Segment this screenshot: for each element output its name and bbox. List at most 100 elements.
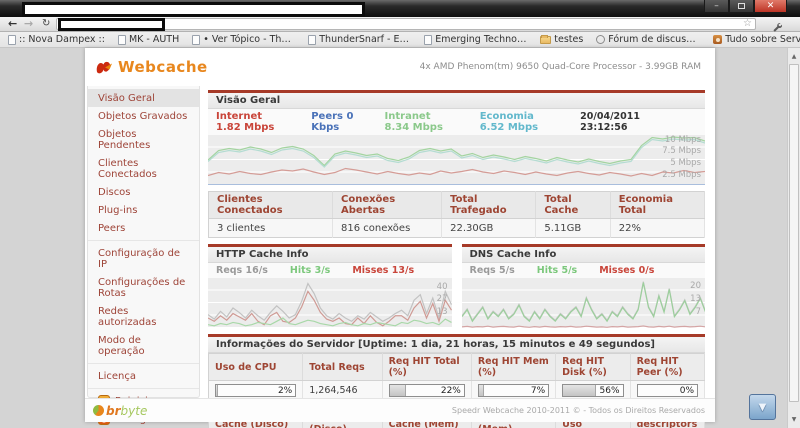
y-axis-label: 40 [436,282,448,292]
trafegado-value: 22.30GB [441,218,537,238]
sidebar-item-objetos-pendentes[interactable]: Objetos Pendentes [88,125,199,154]
scrollbar-thumb[interactable] [789,64,799,402]
bookmark-label: • Ver Tópico - Thun... [203,34,296,45]
scrollbar-down-arrow[interactable]: ▼ [788,413,800,426]
sidebar-item-configuracao-ip[interactable]: Configuração de IP [88,244,199,273]
bookmark-item[interactable]: • Ver Tópico - Thun... [192,34,295,45]
bookmark-label: ThunderSnarf - Estat... [319,34,411,45]
bookmark-item[interactable]: :: Nova Dampex :: [8,34,105,45]
hit-total-bar: 22% [388,383,465,397]
app-title: Webcache [118,58,208,76]
bookmark-item[interactable]: ThunderSnarf - Estat... [308,34,411,45]
close-button[interactable]: ✕ [754,0,787,13]
sidebar: Visão Geral Objetos Gravados Objetos Pen… [87,86,200,425]
sidebar-item-configuracoes-rotas[interactable]: Configurações de Rotas [88,273,199,302]
app-header: Webcache 4x AMD Phenom(tm) 9650 Quad-Cor… [85,48,715,86]
bookmark-label: :: Nova Dampex :: [19,34,105,45]
dns-legend: Reqs 5/s Hits 5/s Misses 0/s [461,263,705,278]
redacted-url [58,18,165,31]
bookmark-item[interactable]: Tudo sobre Serviço ... [713,34,800,45]
column-header: Total Cache [535,191,611,219]
y-axis-label: 7.5 Mbps [662,146,701,156]
back-icon[interactable]: ← [8,17,17,31]
legend-intranet: Intranet 8.34 Mbps [384,111,443,133]
sidebar-item-visao-geral[interactable]: Visão Geral [88,89,199,107]
legend-reqs: Reqs 16/s [216,265,268,276]
webcache-logo: Webcache [95,58,208,76]
bookmark-item[interactable]: Fórum de discussão ... [596,34,700,45]
y-axis-label: 7 [695,307,701,317]
sidebar-item-clientes-conectados[interactable]: Clientes Conectados [88,154,199,183]
maximize-button[interactable] [729,0,754,13]
page-icon [117,34,126,45]
chevron-down-icon: ▼ [758,401,767,413]
sidebar-item-modo-operacao[interactable]: Modo de operação [88,331,199,360]
server-panel-title: Informações do Servidor [Uptime: 1 dia, … [208,334,705,353]
cpu-usage-bar: 2% [215,383,297,397]
vertical-scrollbar[interactable]: ▲ ▼ [787,48,800,428]
dns-chart: 20 13 7 [461,278,705,328]
scroll-down-widget[interactable]: ▼ [749,394,776,420]
bookmark-item[interactable]: MK - AUTH [117,34,180,45]
redacted-tab-title[interactable] [22,2,365,17]
scrollbar-up-arrow[interactable]: ▲ [788,50,800,63]
minimize-button[interactable]: – [704,0,729,13]
legend-economia: Economia 6.52 Mbps [479,111,539,133]
column-header: Req HIT Peer (%) [630,353,706,381]
sidebar-item-redes-autorizadas[interactable]: Redes autorizadas [88,302,199,331]
table-row: 3 clientes 816 conexões 22.30GB 5.11GB 2… [208,218,706,238]
bookmark-item[interactable]: Emerging Technolo... [424,34,527,45]
app-footer: br byte Speedr Webcache 2010-2011 © - Tod… [85,398,715,422]
bandwidth-chart: 10 Mbps 7.5 Mbps 5 Mbps 2.5 Mbps [208,135,705,185]
economia-value: 22% [610,218,706,238]
bookmark-label: Tudo sobre Serviço ... [725,34,800,45]
reload-icon[interactable]: ↻ [42,17,50,31]
http-chart: 40 27 13 [208,278,452,328]
column-header: Economia Total [610,191,706,219]
column-header: Total Trafegado [441,191,537,219]
webcache-logo-icon [96,61,112,73]
y-axis-label: 20 [690,281,701,291]
column-header: Req HIT Disk (%) [555,353,631,381]
sidebar-item-objetos-gravados[interactable]: Objetos Gravados [88,107,199,125]
sidebar-item-discos[interactable]: Discos [88,183,199,201]
bookmarks-bar: :: Nova Dampex :: MK - AUTH • Ver Tópico… [0,32,800,48]
legend-reqs: Reqs 5/s [469,265,515,276]
webcache-app: Webcache 4x AMD Phenom(tm) 9650 Quad-Cor… [85,48,715,428]
column-header: Clientes Conectados [208,191,333,219]
legend-misses: Misses 0/s [599,265,655,276]
y-axis-label: 13 [436,307,448,317]
column-header: Total Reqs [302,353,383,381]
dns-cache-panel: DNS Cache Info Reqs 5/s Hits 5/s Misses … [461,244,705,328]
legend-hits: Hits 3/s [289,265,331,276]
hit-disk-bar: 56% [562,383,624,397]
bookmark-label: Emerging Technolo... [435,34,528,45]
brbyte-logo[interactable]: br byte [93,404,147,418]
hit-peer-value: 0% [679,385,694,396]
wrench-menu-icon[interactable] [772,18,783,37]
table-row: 2% 1,264,546 22% 7% 56% 0% [208,380,706,400]
hit-mem-value: 7% [530,385,546,396]
bookmark-item[interactable]: testes [540,34,583,45]
page-icon [308,34,317,45]
sidebar-item-plugins[interactable]: Plug-ins [88,201,199,219]
legend-peers: Peers 0 Kbps [311,111,354,133]
bookmark-label: MK - AUTH [128,34,180,45]
page-icon [424,34,433,45]
camera-icon [713,35,723,44]
browser-titlebar: – ✕ [0,0,800,17]
hit-disk-value: 56% [599,385,620,396]
total-reqs-value: 1,264,546 [302,380,383,400]
sidebar-item-licenca[interactable]: Licença [88,367,199,385]
hit-mem-bar: 7% [477,383,550,397]
overview-panel: Visão Geral Internet 1.82 Mbps Peers 0 K… [208,90,705,185]
http-panel-title: HTTP Cache Info [208,244,452,263]
forward-icon[interactable]: → [24,17,33,31]
column-header: Conexões Abertas [332,191,443,219]
forum-icon [596,35,606,44]
sidebar-item-peers[interactable]: Peers [88,219,199,237]
browser-toolbar: ← → ↻ ☆ [0,17,800,32]
y-axis-label: 10 Mbps [664,135,701,145]
bookmark-star-icon[interactable]: ☆ [743,18,752,29]
bookmark-label: testes [554,34,584,45]
